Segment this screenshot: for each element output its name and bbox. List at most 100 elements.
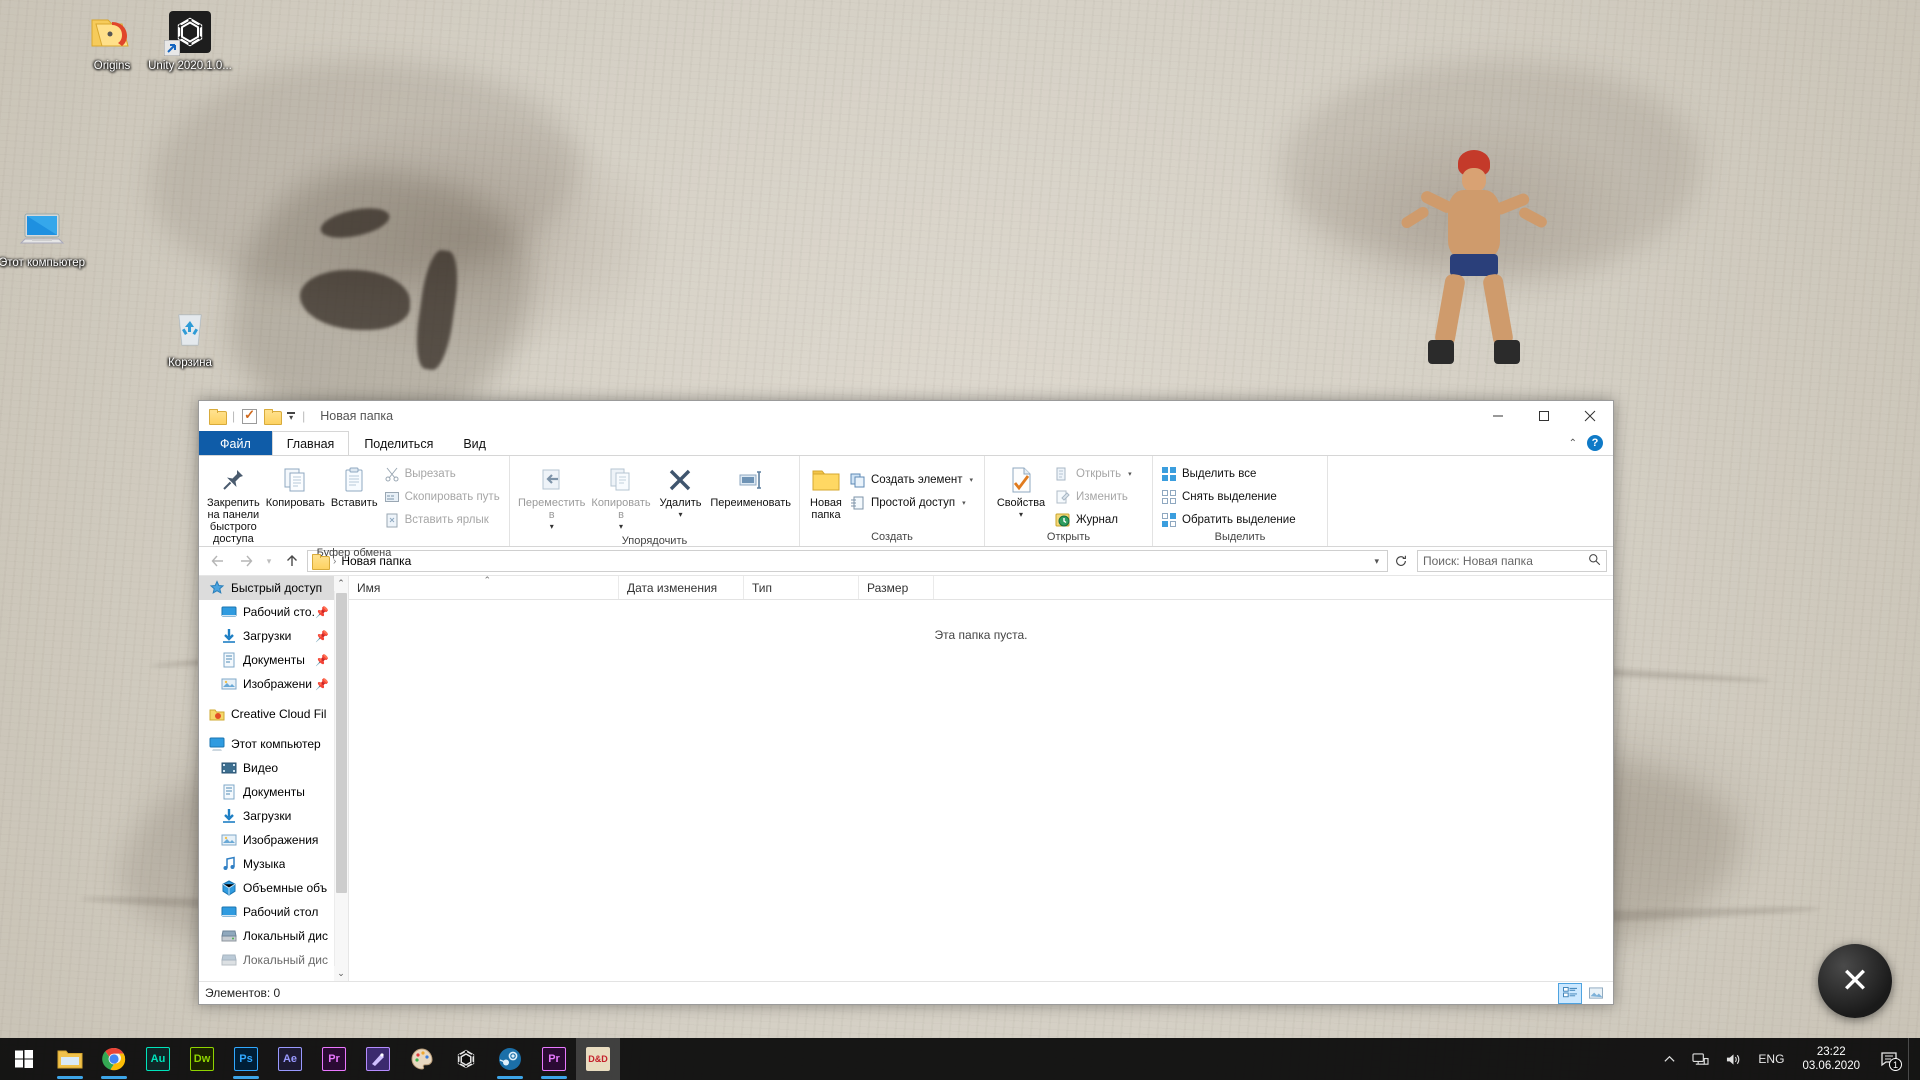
taskbar-item-adobe-premiere-rush[interactable]: Pr	[532, 1038, 576, 1080]
nav-item-local-disk-c[interactable]: Локальный дис	[199, 924, 335, 948]
taskbar-item-google-chrome[interactable]	[92, 1038, 136, 1080]
show-hidden-icons-icon[interactable]	[1655, 1038, 1684, 1080]
file-list-pane[interactable]: Имя ⌃ Дата изменения Тип Размер Эта папк…	[349, 576, 1613, 981]
new-item-button[interactable]: Создать элемент ▾	[848, 469, 978, 490]
taskbar-item-adobe-animate[interactable]	[356, 1038, 400, 1080]
chevron-down-icon[interactable]: ▾	[678, 509, 682, 521]
pin-icon[interactable]: 📌	[315, 678, 329, 691]
select-none-button[interactable]: Снять выделение	[1159, 486, 1301, 507]
start-button[interactable]	[0, 1038, 48, 1080]
tab-home[interactable]: Главная	[272, 431, 350, 455]
customize-qat-icon[interactable]: ▾	[287, 412, 295, 420]
column-header-size[interactable]: Размер	[859, 576, 934, 599]
nav-item-creative-cloud[interactable]: Creative Cloud Fil	[199, 702, 335, 726]
search-input[interactable]: Поиск: Новая папка	[1417, 550, 1607, 572]
new-folder-button[interactable]: Новая папка	[806, 459, 846, 523]
pin-to-quick-access-button[interactable]: Закрепить на панели быстрого доступа	[205, 459, 262, 547]
delete-button[interactable]: Удалить ▾	[655, 459, 707, 523]
edit-button[interactable]: Изменить	[1053, 486, 1137, 507]
tab-view[interactable]: Вид	[448, 431, 501, 455]
open-button[interactable]: Открыть ▾	[1053, 463, 1137, 484]
select-all-button[interactable]: Выделить все	[1159, 463, 1301, 484]
taskbar-item-steam[interactable]	[488, 1038, 532, 1080]
refresh-button[interactable]	[1390, 550, 1412, 572]
nav-item-documents[interactable]: Документы	[199, 780, 335, 804]
column-headers[interactable]: Имя ⌃ Дата изменения Тип Размер	[349, 576, 1613, 600]
copy-to-button[interactable]: Копировать в ▾	[589, 459, 652, 535]
properties-button[interactable]: Свойства ▾	[991, 459, 1051, 523]
nav-item-music[interactable]: Музыка	[199, 852, 335, 876]
minimize-button[interactable]	[1475, 401, 1521, 431]
new-folder-icon[interactable]	[264, 409, 280, 423]
maximize-button[interactable]	[1521, 401, 1567, 431]
help-icon[interactable]: ?	[1587, 435, 1603, 451]
pin-icon[interactable]: 📌	[315, 606, 329, 619]
chevron-down-icon[interactable]: ▾	[1374, 556, 1383, 567]
taskbar-item-paint-tool[interactable]	[400, 1038, 444, 1080]
floating-overlay-widget[interactable]: ✕	[1818, 944, 1892, 1018]
nav-item-3d-objects[interactable]: Объемные объ	[199, 876, 335, 900]
language-indicator[interactable]: ENG	[1750, 1038, 1792, 1080]
history-button[interactable]: Журнал	[1053, 509, 1137, 530]
nav-item-this-pc[interactable]: Этот компьютер	[199, 732, 335, 756]
taskbar-item-adobe-photoshop[interactable]: Ps	[224, 1038, 268, 1080]
taskbar-item-file-explorer[interactable]	[48, 1038, 92, 1080]
title-bar[interactable]: | ▾ | Новая папка	[199, 401, 1613, 431]
desktop-icon-this-pc[interactable]: Этот компьютер	[0, 205, 92, 270]
taskbar-item-adobe-dreamweaver[interactable]: Dw	[180, 1038, 224, 1080]
taskbar[interactable]: Au Dw Ps Ae Pr	[0, 1038, 1920, 1080]
desktop-icon-recycle-bin[interactable]: Корзина	[140, 305, 240, 370]
quick-access-toolbar[interactable]: | ▾ | Новая папка	[199, 409, 393, 424]
chevron-up-icon[interactable]: ⌃	[1569, 438, 1577, 449]
action-center-button[interactable]: 1	[1870, 1038, 1908, 1080]
desktop-icon-unity[interactable]: Unity 2020.1.0...	[140, 8, 240, 73]
copy-button[interactable]: Копировать	[264, 459, 327, 511]
chevron-up-icon[interactable]: ⌃	[334, 576, 348, 591]
chevron-down-icon[interactable]: ▾	[1019, 509, 1023, 521]
move-to-button[interactable]: Переместить в ▾	[516, 459, 587, 535]
column-header-date-modified[interactable]: Дата изменения	[619, 576, 744, 599]
nav-item-desktop[interactable]: Рабочий стол	[199, 900, 335, 924]
chevron-down-icon[interactable]: ⌄	[334, 966, 348, 981]
pin-icon[interactable]: 📌	[315, 630, 329, 643]
chevron-down-icon[interactable]: ▾	[550, 521, 554, 533]
taskbar-item-adobe-premiere-pro[interactable]: Pr	[312, 1038, 356, 1080]
column-header-type[interactable]: Тип	[744, 576, 859, 599]
chevron-down-icon[interactable]: ▾	[1128, 470, 1132, 478]
window-controls[interactable]	[1475, 401, 1613, 431]
details-view-button[interactable]	[1559, 984, 1581, 1003]
system-tray[interactable]: ENG 23:22 03.06.2020 1	[1655, 1038, 1920, 1080]
close-button[interactable]	[1567, 401, 1613, 431]
file-explorer-window[interactable]: | ▾ | Новая папка Файл Главная Поделитьс…	[198, 400, 1614, 1005]
large-icons-view-button[interactable]	[1585, 984, 1607, 1003]
nav-item-downloads-qa[interactable]: Загрузки 📌	[199, 624, 335, 648]
clock[interactable]: 23:22 03.06.2020	[1792, 1038, 1870, 1080]
invert-selection-button[interactable]: Обратить выделение	[1159, 509, 1301, 530]
nav-item-downloads[interactable]: Загрузки	[199, 804, 335, 828]
nav-item-local-disk-d[interactable]: Локальный дис	[199, 948, 335, 972]
scrollbar-thumb[interactable]	[336, 593, 347, 893]
chevron-down-icon[interactable]: ▾	[962, 499, 966, 507]
view-buttons[interactable]	[1559, 984, 1607, 1003]
nav-item-videos[interactable]: Видео	[199, 756, 335, 780]
search-icon[interactable]	[1588, 553, 1601, 569]
pin-icon[interactable]: 📌	[315, 654, 329, 667]
taskbar-item-adobe-audition[interactable]: Au	[136, 1038, 180, 1080]
properties-checkbox-icon[interactable]	[242, 409, 257, 424]
column-header-name[interactable]: Имя ⌃	[349, 576, 619, 599]
folder-icon[interactable]	[209, 409, 225, 423]
taskbar-item-dnd-app[interactable]: D&D	[576, 1038, 620, 1080]
paste-shortcut-button[interactable]: Вставить ярлык	[382, 509, 505, 530]
chevron-down-icon[interactable]: ▾	[969, 476, 973, 484]
easy-access-button[interactable]: Простой доступ ▾	[848, 492, 978, 513]
ribbon-tab-bar[interactable]: Файл Главная Поделиться Вид ⌃ ?	[199, 431, 1613, 455]
volume-icon[interactable]	[1717, 1038, 1750, 1080]
copy-path-button[interactable]: Скопировать путь	[382, 486, 505, 507]
network-icon[interactable]	[1684, 1038, 1717, 1080]
taskbar-item-adobe-aftereffects[interactable]: Ae	[268, 1038, 312, 1080]
nav-item-documents-qa[interactable]: Документы 📌	[199, 648, 335, 672]
cut-button[interactable]: Вырезать	[382, 463, 505, 484]
rename-button[interactable]: Переименовать	[708, 459, 793, 511]
tab-file[interactable]: Файл	[199, 431, 272, 455]
paste-button[interactable]: Вставить	[329, 459, 380, 511]
